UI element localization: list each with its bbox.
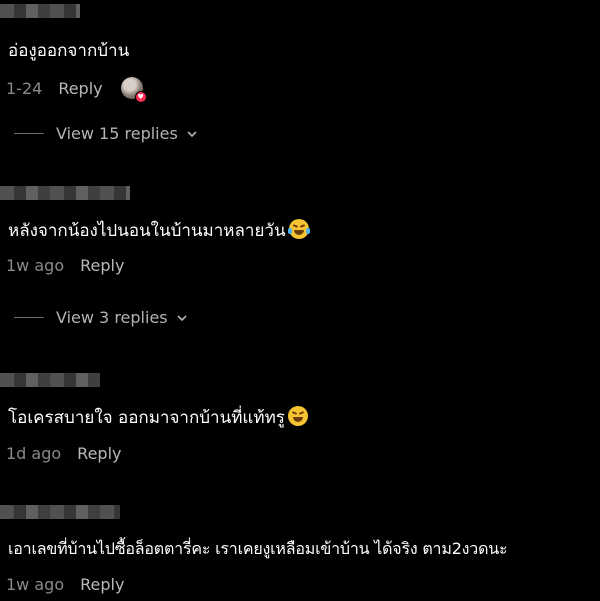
chevron-down-icon [187,130,197,137]
comment-time: 1-24 [6,78,43,98]
comment-text-body: หลังจากน้องไปนอนในบ้านมาหลายวัน [8,221,286,241]
username-blurred[interactable] [0,186,130,200]
laughing-emoji [287,406,308,426]
comment-text: อ่องูออกจากบ้าน [8,41,130,61]
view-replies-label: View 3 replies [56,308,168,327]
view-replies-label: View 15 replies [56,124,178,143]
comment-text: หลังจากน้องไปนอนในบ้านมาหลายวัน [8,219,310,242]
view-replies-button[interactable]: View 15 replies [14,124,198,143]
divider [14,317,44,318]
heart-badge-icon: ♥ [134,91,147,103]
comment-text: โอเครสบายใจ ออกมาจากบ้านที่แท้ทรู [8,406,308,429]
chevron-down-icon [177,314,187,321]
reply-button[interactable]: Reply [80,575,124,594]
comment-text-body: โอเครสบายใจ ออกมาจากบ้านที่แท้ทรู [8,408,285,428]
comment-time: 1w ago [6,575,65,594]
comment-text: เอาเลขที่บ้านไปซื้อล็อตตารี่คะ เราเคยงูเ… [8,539,508,558]
comment-meta: 1w ago Reply [6,575,124,594]
comment-time: 1d ago [6,444,62,463]
reply-button[interactable]: Reply [58,79,102,98]
username-blurred[interactable] [0,373,100,387]
divider [14,133,44,134]
comment-meta: 1-24 Reply ♥ [6,77,147,103]
comment-feed: อ่องูออกจากบ้าน 1-24 Reply ♥ View 15 rep… [0,0,600,601]
reply-button[interactable]: Reply [80,256,124,275]
comment-meta: 1w ago Reply [6,256,124,275]
comment-time: 1w ago [6,256,65,275]
username-blurred[interactable] [0,505,120,519]
comment-meta: 1d ago Reply [6,444,121,463]
reply-button[interactable]: Reply [77,444,121,463]
creator-avatar-icon: ♥ [120,77,147,103]
tears-of-joy-emoji [287,219,310,239]
username-blurred[interactable] [0,4,80,18]
view-replies-button[interactable]: View 3 replies [14,308,188,327]
